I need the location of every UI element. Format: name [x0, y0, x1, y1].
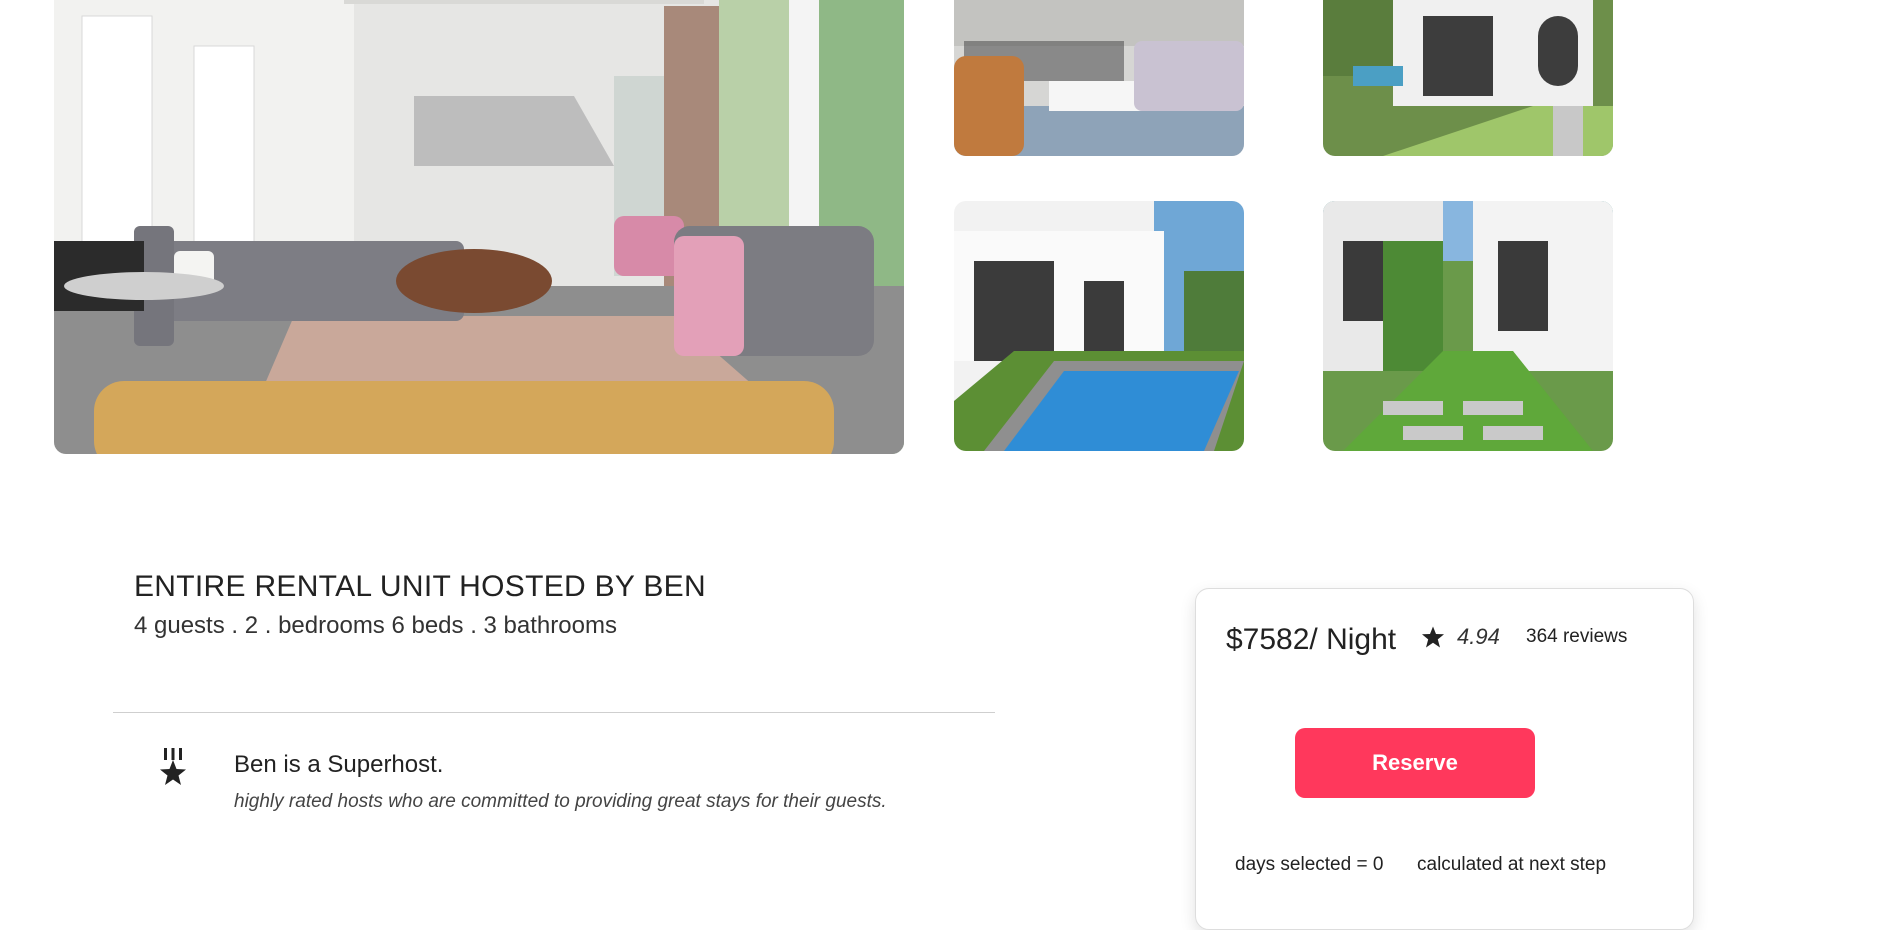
medal-icon [160, 748, 186, 785]
star-icon [1422, 626, 1444, 648]
main-photo-living-room[interactable] [54, 0, 904, 454]
thumbnail-villa-garden[interactable] [1323, 0, 1613, 156]
days-selected: days selected = 0 [1235, 854, 1384, 875]
listing-title: ENTIRE RENTAL UNIT HOSTED BY BEN [134, 570, 706, 603]
section-divider [113, 712, 995, 713]
rating-value: 4.94 [1457, 624, 1500, 649]
thumbnail-lounge[interactable] [954, 0, 1244, 156]
superhost-heading: Ben is a Superhost. [234, 751, 444, 778]
reviews-link[interactable]: 364 reviews [1526, 626, 1627, 648]
calculation-note: calculated at next step [1417, 854, 1607, 875]
thumbnail-pool[interactable] [954, 201, 1244, 451]
nightly-price: $7582/ Night [1226, 623, 1397, 656]
booking-card: $7582/ Night 4.94 364 reviews Reserve da… [1195, 588, 1694, 930]
listing-details: 4 guests . 2 . bedrooms 6 beds . 3 bathr… [134, 612, 617, 639]
reserve-button[interactable]: Reserve [1295, 728, 1535, 798]
thumbnail-garden-walkway[interactable] [1323, 201, 1613, 451]
superhost-description: highly rated hosts who are committed to … [234, 791, 887, 812]
